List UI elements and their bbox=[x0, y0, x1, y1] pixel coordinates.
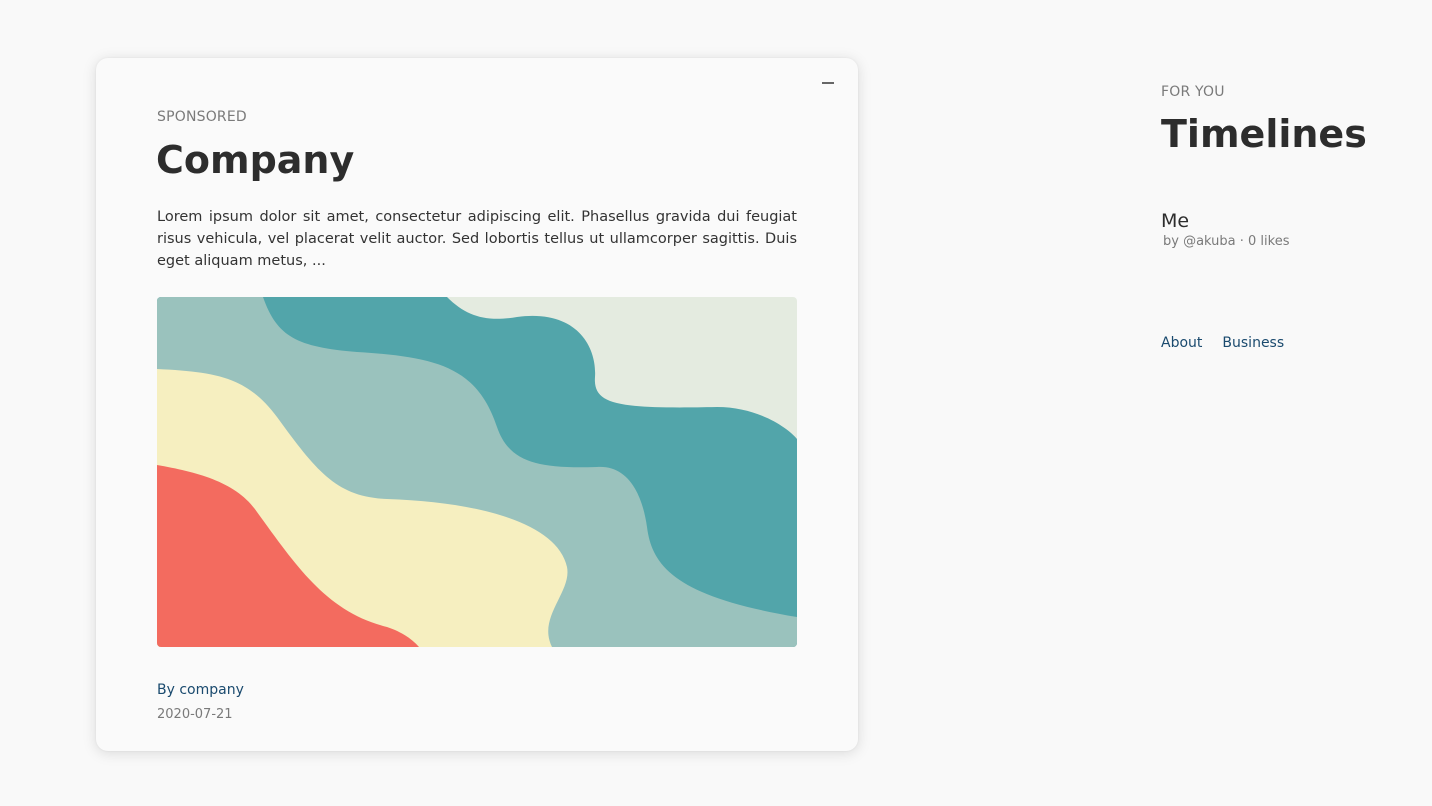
card-title: Company bbox=[156, 138, 355, 182]
about-link[interactable]: About bbox=[1161, 335, 1202, 351]
timelines-sidebar: FOR YOU Timelines Me by @akuba · 0 likes… bbox=[1161, 0, 1421, 806]
timeline-name[interactable]: Me bbox=[1161, 210, 1290, 232]
for-you-label: FOR YOU bbox=[1161, 84, 1225, 100]
byline: By company bbox=[157, 682, 244, 698]
timeline-meta: by @akuba · 0 likes bbox=[1163, 234, 1290, 249]
minimize-bar bbox=[822, 82, 834, 84]
hero-illustration bbox=[157, 297, 797, 647]
sponsored-card: SPONSORED Company Lorem ipsum dolor sit … bbox=[96, 58, 858, 751]
hero-image[interactable] bbox=[157, 297, 797, 647]
footer-links: About Business bbox=[1161, 335, 1284, 351]
card-body: Lorem ipsum dolor sit amet, consectetur … bbox=[157, 209, 797, 269]
timeline-item[interactable]: Me by @akuba · 0 likes bbox=[1161, 210, 1290, 249]
minimize-icon[interactable] bbox=[816, 72, 840, 94]
author-link[interactable]: company bbox=[179, 682, 244, 698]
byline-prefix: By bbox=[157, 682, 180, 698]
timelines-title: Timelines bbox=[1161, 112, 1367, 156]
sponsored-label: SPONSORED bbox=[157, 109, 247, 125]
business-link[interactable]: Business bbox=[1222, 335, 1284, 351]
page: SPONSORED Company Lorem ipsum dolor sit … bbox=[0, 0, 1432, 806]
post-date: 2020-07-21 bbox=[157, 707, 233, 722]
